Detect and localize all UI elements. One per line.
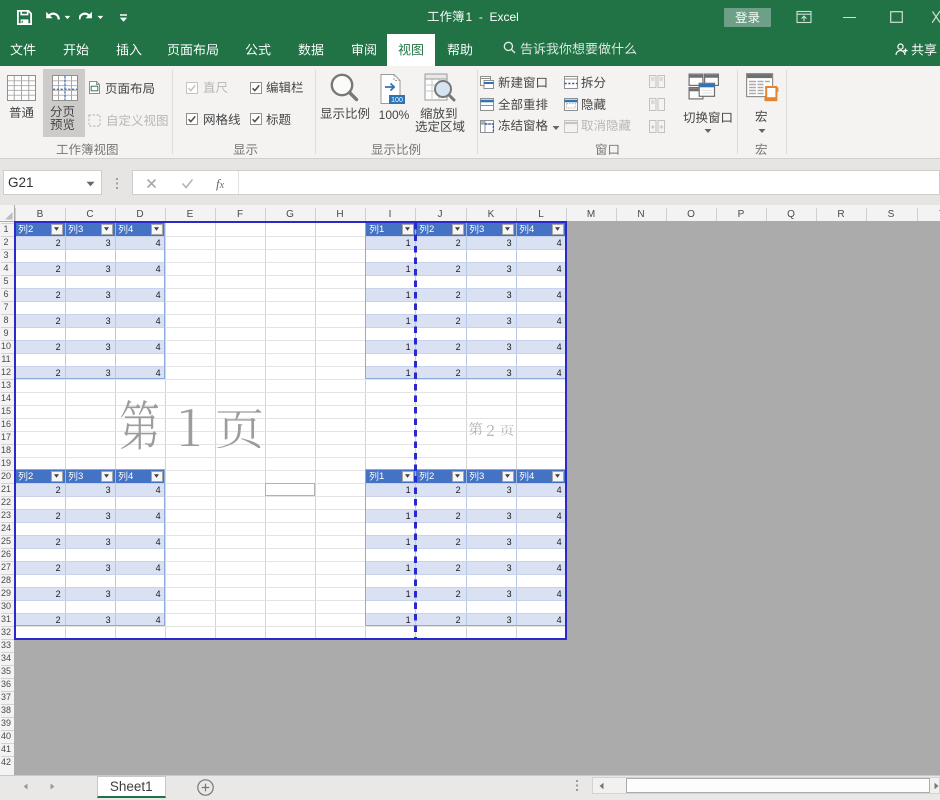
svg-text:100: 100: [391, 97, 403, 104]
